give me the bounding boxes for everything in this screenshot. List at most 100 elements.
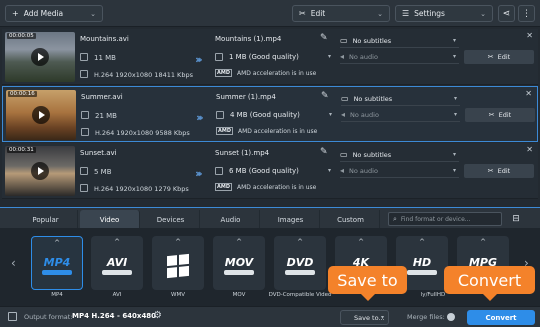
file-icon xyxy=(215,166,223,175)
speaker-icon: ◂ xyxy=(340,52,345,61)
caret-up-icon: ^ xyxy=(480,238,486,246)
file-row[interactable]: 00:00:16 Summer.avi 21 MB H.264 1920x108… xyxy=(2,86,538,142)
format-tile-dvd[interactable]: ^ DVD xyxy=(274,236,326,290)
file-icon xyxy=(215,52,223,61)
chevron-down-icon: ▾ xyxy=(452,37,456,44)
tab-video[interactable]: Video xyxy=(80,210,140,229)
remove-file-icon[interactable]: ✕ xyxy=(525,89,532,98)
caret-up-icon: ^ xyxy=(175,238,181,246)
format-label: AVI xyxy=(112,292,122,298)
save-to-callout: Save to xyxy=(328,266,407,301)
format-search-field[interactable]: ⌕ Find format or device... xyxy=(388,212,502,226)
format-label: WMV xyxy=(171,292,185,298)
format-tile-mov[interactable]: ^ MOV xyxy=(213,236,265,290)
video-thumbnail[interactable]: 00:00:05 xyxy=(5,32,75,82)
merge-files-toggle[interactable] xyxy=(447,313,455,321)
rename-pencil-icon[interactable]: ✎ xyxy=(321,91,329,101)
output-size-dropdown[interactable]: 4 MB (Good quality) ▾ xyxy=(216,108,336,121)
remove-file-icon[interactable]: ✕ xyxy=(526,31,533,40)
convert-arrow-icon: ››› xyxy=(195,53,202,66)
duration-badge: 00:00:16 xyxy=(8,91,37,97)
output-size-dropdown[interactable]: 6 MB (Good quality) ▾ xyxy=(215,164,335,177)
file-row[interactable]: 00:00:31 Sunset.avi 5 MB H.264 1920x1080… xyxy=(2,143,538,199)
subtitles-dropdown[interactable]: ▭ No subtitles ▾ xyxy=(341,92,460,106)
output-format-label: Output format: xyxy=(24,313,73,321)
edit-file-button[interactable]: ✂ Edit xyxy=(465,108,535,122)
amd-icon: AMD xyxy=(216,127,233,135)
scroll-left-icon[interactable]: ‹ xyxy=(11,256,16,270)
share-button[interactable]: ⋖ xyxy=(498,5,515,22)
settings-menu-label: Settings xyxy=(414,9,445,18)
more-vertical-icon: ⋮ xyxy=(522,8,531,19)
tab-images[interactable]: Images xyxy=(262,210,320,229)
amd-icon: AMD xyxy=(215,183,232,191)
edit-file-button[interactable]: ✂ Edit xyxy=(464,164,534,178)
gear-icon[interactable]: ⚙ xyxy=(153,310,162,321)
tab-devices[interactable]: Devices xyxy=(142,210,200,229)
chevron-down-icon: ▾ xyxy=(452,151,456,158)
format-label: MOV xyxy=(232,292,246,298)
source-info: H.264 1920x1080 1279 Kbps xyxy=(80,184,189,193)
output-filename[interactable]: Sunset (1).mp4 xyxy=(215,149,269,157)
video-thumbnail[interactable]: 00:00:31 xyxy=(5,146,75,196)
convert-button[interactable]: Convert xyxy=(467,310,535,325)
save-to-button[interactable]: Save to... ▾ xyxy=(340,310,389,325)
more-button[interactable]: ⋮ xyxy=(518,5,535,22)
format-tile-wmv[interactable]: ^ xyxy=(152,236,204,290)
scissors-icon: ✂ xyxy=(487,53,494,61)
audio-dropdown[interactable]: ◂ No audio ▾ xyxy=(340,50,459,64)
file-icon xyxy=(81,111,89,119)
source-info: H.264 1920x1080 9588 Kbps xyxy=(81,128,190,137)
rename-pencil-icon[interactable]: ✎ xyxy=(320,147,328,157)
speech-bubble-icon: ▭ xyxy=(340,150,348,159)
format-tile-avi[interactable]: ^ AVI xyxy=(91,236,143,290)
amd-acceleration: AMD AMD acceleration is in use xyxy=(215,183,317,191)
format-options-icon[interactable]: ⊟ xyxy=(508,211,524,227)
output-format-icon xyxy=(8,312,17,321)
logo-underline xyxy=(407,269,437,275)
file-row[interactable]: 00:00:05 Mountains.avi 11 MB H.264 1920x… xyxy=(2,29,538,85)
convert-arrow-icon: ››› xyxy=(196,111,203,124)
caret-up-icon: ^ xyxy=(297,238,303,246)
play-icon[interactable] xyxy=(31,162,49,180)
audio-dropdown[interactable]: ◂ No audio ▾ xyxy=(340,164,459,178)
merge-files-label: Merge files: xyxy=(407,313,445,321)
output-filename[interactable]: Mountains (1).mp4 xyxy=(215,35,281,43)
video-thumbnail[interactable]: 00:00:16 xyxy=(6,90,76,140)
top-toolbar: + Add Media ⌄ ✂ Edit ⌄ ☰ Settings ⌄ ⋖ ⋮ xyxy=(0,0,540,27)
search-icon: ⌕ xyxy=(393,214,397,223)
subtitles-dropdown[interactable]: ▭ No subtitles ▾ xyxy=(340,34,459,48)
settings-menu-button[interactable]: ☰ Settings ⌄ xyxy=(395,5,493,22)
format-label: DVD-Compatible Video xyxy=(268,292,332,298)
share-icon: ⋖ xyxy=(502,8,511,19)
tab-popular[interactable]: Popular xyxy=(14,210,78,229)
output-filename[interactable]: Summer (1).mp4 xyxy=(216,93,276,101)
output-size-dropdown[interactable]: 1 MB (Good quality) ▾ xyxy=(215,50,335,63)
chevron-down-icon: ▾ xyxy=(453,111,457,118)
rename-pencil-icon[interactable]: ✎ xyxy=(320,33,328,43)
edit-file-button[interactable]: ✂ Edit xyxy=(464,50,534,64)
edit-menu-button[interactable]: ✂ Edit ⌄ xyxy=(292,5,390,22)
chevron-down-icon: ▾ xyxy=(452,167,456,174)
tab-custom[interactable]: Custom xyxy=(322,210,380,229)
bottom-bar: Output format: MP4 H.264 - 640x480 ⚙ Sav… xyxy=(0,306,540,327)
file-list-empty-area xyxy=(0,200,540,207)
add-media-button[interactable]: + Add Media ⌄ xyxy=(5,5,103,22)
play-icon[interactable] xyxy=(32,106,50,124)
play-icon[interactable] xyxy=(31,48,49,66)
chevron-down-icon: ▾ xyxy=(453,95,457,102)
remove-file-icon[interactable]: ✕ xyxy=(526,145,533,154)
avi-logo: AVI xyxy=(106,255,128,269)
output-format-value[interactable]: MP4 H.264 - 640x480 xyxy=(72,312,156,320)
chevron-down-icon: ⌄ xyxy=(377,9,383,18)
format-tile-mp4[interactable]: ^ MP4 xyxy=(31,236,83,290)
edit-menu-label: Edit xyxy=(310,9,326,18)
subtitles-dropdown[interactable]: ▭ No subtitles ▾ xyxy=(340,148,459,162)
film-icon xyxy=(80,70,88,78)
file-icon xyxy=(216,110,224,119)
speech-bubble-icon: ▭ xyxy=(340,36,348,45)
tab-audio[interactable]: Audio xyxy=(202,210,260,229)
source-size: 21 MB xyxy=(81,111,117,120)
logo-underline xyxy=(285,269,315,275)
audio-dropdown[interactable]: ◂ No audio ▾ xyxy=(341,108,460,122)
